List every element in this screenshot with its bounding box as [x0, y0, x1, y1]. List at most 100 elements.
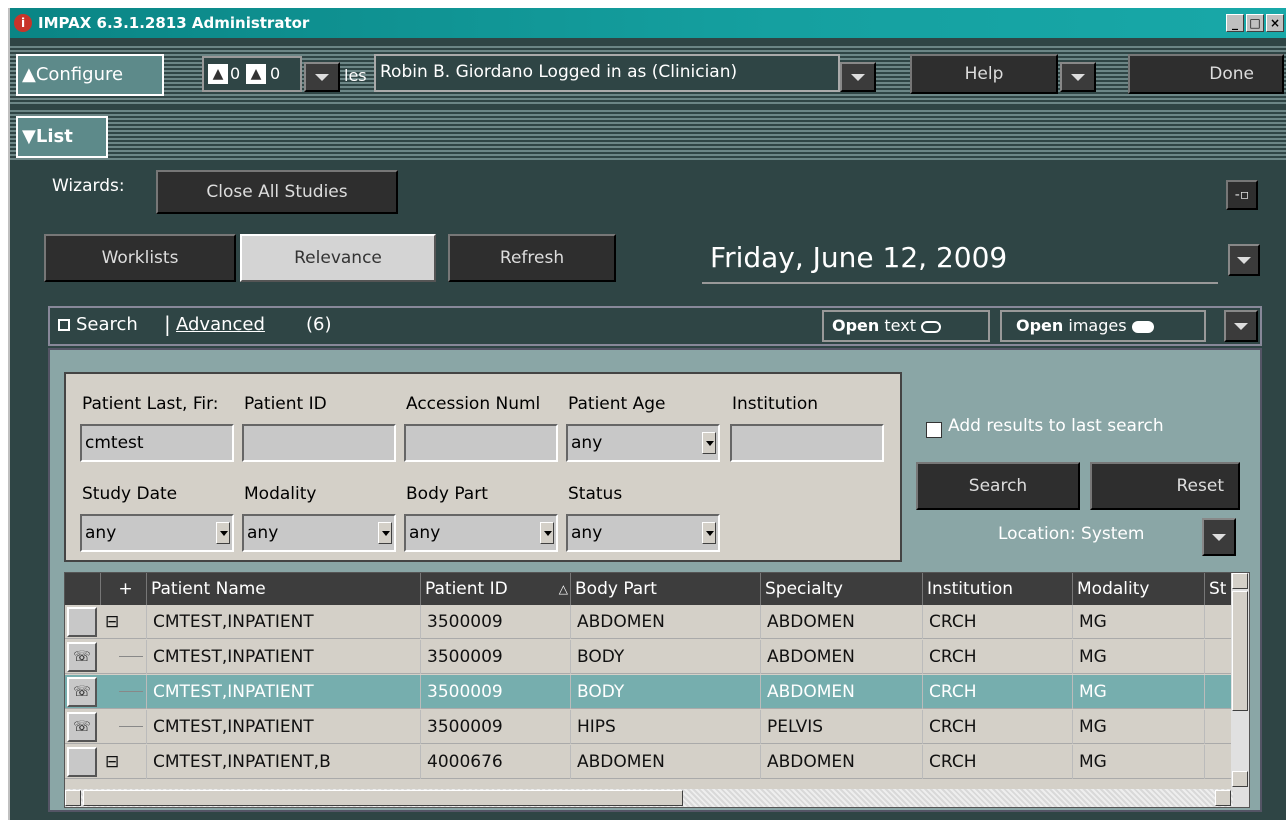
modality-cell: MG: [1073, 710, 1205, 744]
patient-id-cell: 3500009: [421, 675, 571, 709]
add-results-checkbox[interactable]: [926, 422, 942, 438]
open-text-label: Open: [832, 316, 880, 335]
open-text-button[interactable]: Open text: [822, 310, 990, 342]
institution-header[interactable]: Institution: [923, 573, 1073, 605]
specialty-cell: ABDOMEN: [761, 640, 923, 674]
study-date-value: any: [85, 523, 117, 543]
status-cell: [1205, 675, 1233, 709]
body-part-cell: ABDOMEN: [571, 605, 761, 639]
accession-label: Accession Numl: [406, 394, 541, 414]
phone-outline-icon[interactable]: ☏: [67, 712, 97, 742]
specialty-header[interactable]: Specialty: [761, 573, 923, 605]
configure-button[interactable]: ▲Configure: [16, 54, 164, 96]
body-part-value: any: [409, 523, 441, 543]
patient-id-cell: 3500009: [421, 640, 571, 674]
minimize-button[interactable]: _: [1226, 14, 1244, 32]
pin-button[interactable]: -▫: [1226, 180, 1258, 210]
search-button[interactable]: Search: [916, 462, 1080, 510]
specialty-cell: ABDOMEN: [761, 675, 923, 709]
table-row[interactable]: ☏ CMTEST,INPATIENT 3500009 BODY ABDOMEN CRCH M…: [65, 675, 1233, 709]
alert-triangle-icon: ▲: [246, 64, 266, 84]
chevron-down-icon[interactable]: [702, 522, 716, 544]
user-status-field: Robin B. Giordano Logged in as (Clinicia…: [374, 54, 840, 92]
scroll-down-button[interactable]: [1232, 771, 1248, 787]
wizards-label: Wizards:: [52, 176, 125, 196]
table-row[interactable]: ⊟ CMTEST,INPATIENT 3500009 ABDOMEN ABDOMEN CR…: [65, 605, 1233, 639]
patient-name-cell: CMTEST,INPATIENT: [147, 675, 421, 709]
maximize-button[interactable]: □: [1246, 14, 1264, 32]
body-part-header[interactable]: Body Part: [571, 573, 761, 605]
search-title-group: Search | Advanced (6): [50, 308, 350, 344]
open-dropdown-button[interactable]: [1224, 310, 1258, 342]
advanced-link[interactable]: Advanced: [176, 314, 265, 335]
patient-id-input[interactable]: [242, 424, 396, 462]
modality-select[interactable]: any: [242, 514, 396, 552]
body-part-select[interactable]: any: [404, 514, 558, 552]
scroll-left-button[interactable]: [65, 790, 81, 806]
title-bar: i IMPAX 6.3.1.2813 Administrator _ □ ×: [10, 8, 1286, 38]
chevron-down-icon[interactable]: [216, 522, 230, 544]
vertical-scrollbar[interactable]: [1231, 573, 1249, 807]
patient-id-header[interactable]: Patient ID △: [421, 573, 571, 605]
help-dropdown-button[interactable]: [1060, 62, 1096, 92]
chevron-down-icon[interactable]: [540, 522, 554, 544]
phone-outline-icon[interactable]: ☏: [67, 677, 97, 707]
relevance-button[interactable]: Relevance: [240, 234, 436, 282]
patient-name-input[interactable]: cmtest: [80, 424, 234, 462]
patient-id-header-label: Patient ID: [425, 579, 508, 599]
help-button[interactable]: Help: [910, 54, 1058, 94]
collapse-icon[interactable]: [58, 319, 70, 331]
reset-button[interactable]: Reset: [1090, 462, 1240, 510]
location-dropdown-button[interactable]: [1202, 518, 1236, 556]
location-label: Location: System: [998, 524, 1145, 544]
table-row[interactable]: ⊟ CMTEST,INPATIENT,B 4000676 ABDOMEN ABDOMEN…: [65, 745, 1233, 779]
institution-cell: CRCH: [923, 605, 1073, 639]
search-tab[interactable]: Search: [76, 314, 138, 335]
chevron-down-icon[interactable]: [702, 432, 716, 454]
phone-icon[interactable]: ☏: [67, 642, 97, 672]
expand-all-header[interactable]: +: [101, 573, 147, 605]
expand-toggle-icon[interactable]: ⊟: [101, 745, 147, 779]
refresh-button[interactable]: Refresh: [448, 234, 616, 282]
patient-age-value: any: [571, 433, 603, 453]
date-dropdown-button[interactable]: [1228, 244, 1260, 276]
body-part-cell: HIPS: [571, 710, 761, 744]
alerts-indicator[interactable]: ▲ 0 ▲ 0: [202, 56, 302, 92]
text-icon: [921, 320, 942, 333]
done-button[interactable]: Done: [1128, 54, 1284, 94]
institution-input[interactable]: [730, 424, 884, 462]
body-part-label: Body Part: [406, 484, 488, 504]
scroll-right-button[interactable]: [1215, 790, 1231, 806]
scroll-up-button[interactable]: [1232, 573, 1248, 589]
close-button[interactable]: ×: [1266, 14, 1284, 32]
user-dropdown-button[interactable]: [840, 62, 876, 92]
alerts-dropdown-button[interactable]: [304, 62, 340, 92]
patient-age-select[interactable]: any: [566, 424, 720, 462]
table-row[interactable]: ☏ CMTEST,INPATIENT 3500009 BODY ABDOMEN CRCH M…: [65, 640, 1233, 674]
expand-toggle-icon[interactable]: ⊟: [101, 605, 147, 639]
status-header[interactable]: St: [1205, 573, 1233, 605]
patient-name-header[interactable]: Patient Name: [147, 573, 421, 605]
app-info-icon: i: [14, 14, 32, 32]
horizontal-scroll-thumb[interactable]: [83, 790, 683, 806]
open-images-button[interactable]: Open images: [1000, 310, 1206, 342]
sort-indicator-icon: △: [558, 582, 568, 596]
institution-cell: CRCH: [923, 710, 1073, 744]
modality-header[interactable]: Modality: [1073, 573, 1205, 605]
worklists-button[interactable]: Worklists: [44, 234, 236, 282]
accession-input[interactable]: [404, 424, 558, 462]
chevron-down-icon[interactable]: [378, 522, 392, 544]
status-select[interactable]: any: [566, 514, 720, 552]
list-tab-button[interactable]: ▼List: [16, 116, 108, 158]
vertical-scroll-thumb[interactable]: [1232, 591, 1248, 711]
table-row[interactable]: ☏ CMTEST,INPATIENT 3500009 HIPS PELVIS CRCH MG: [65, 710, 1233, 744]
row-selector[interactable]: [67, 607, 97, 637]
study-date-select[interactable]: any: [80, 514, 234, 552]
horizontal-scrollbar[interactable]: [65, 789, 1233, 807]
patient-id-cell: 4000676: [421, 745, 571, 779]
row-selector[interactable]: [67, 747, 97, 777]
modality-cell: MG: [1073, 640, 1205, 674]
open-text-suffix: text: [884, 316, 916, 335]
open-images-label: Open: [1016, 316, 1064, 335]
close-all-studies-button[interactable]: Close All Studies: [156, 170, 398, 214]
